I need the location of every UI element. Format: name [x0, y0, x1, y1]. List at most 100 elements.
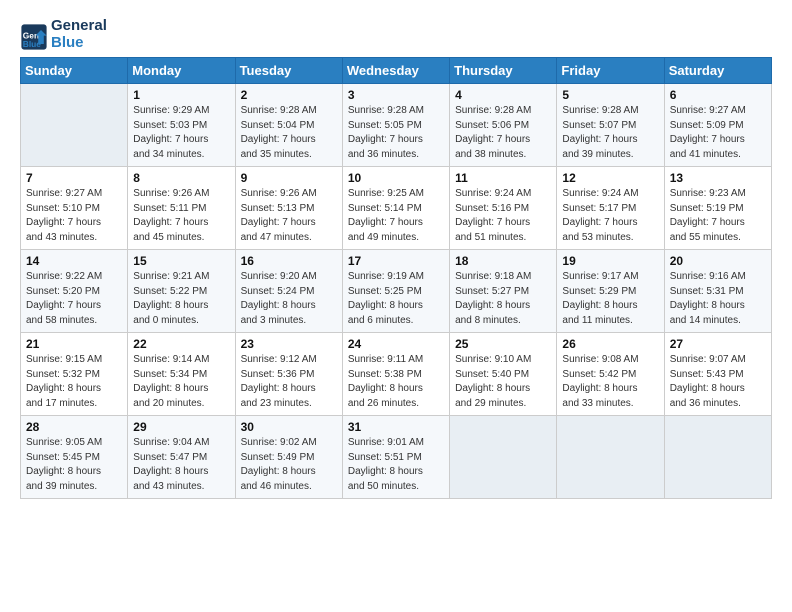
calendar-cell: 26 Sunrise: 9:08 AMSunset: 5:42 PMDayligh… [557, 333, 664, 416]
day-number: 21 [26, 337, 122, 351]
calendar-cell: 11 Sunrise: 9:24 AMSunset: 5:16 PMDayligh… [450, 167, 557, 250]
calendar-cell: 5 Sunrise: 9:28 AMSunset: 5:07 PMDaylight… [557, 84, 664, 167]
day-info: Sunrise: 9:11 AMSunset: 5:38 PMDaylight:… [348, 353, 444, 411]
day-info: Sunrise: 9:08 AMSunset: 5:42 PMDaylight:… [562, 353, 658, 411]
calendar-cell: 27 Sunrise: 9:07 AMSunset: 5:43 PMDayligh… [664, 333, 771, 416]
day-info: Sunrise: 9:12 AMSunset: 5:36 PMDaylight:… [241, 353, 337, 411]
day-number: 16 [241, 254, 337, 268]
day-number: 19 [562, 254, 658, 268]
day-info: Sunrise: 9:23 AMSunset: 5:19 PMDaylight:… [670, 187, 766, 245]
day-header-thursday: Thursday [450, 58, 557, 84]
calendar-cell: 22 Sunrise: 9:14 AMSunset: 5:34 PMDayligh… [128, 333, 235, 416]
day-info: Sunrise: 9:28 AMSunset: 5:05 PMDaylight:… [348, 104, 444, 162]
calendar-cell [664, 416, 771, 499]
day-number: 3 [348, 88, 444, 102]
day-header-wednesday: Wednesday [342, 58, 449, 84]
day-number: 5 [562, 88, 658, 102]
logo-icon: Gen Blue [20, 23, 48, 51]
day-number: 7 [26, 171, 122, 185]
day-number: 18 [455, 254, 551, 268]
day-info: Sunrise: 9:02 AMSunset: 5:49 PMDaylight:… [241, 436, 337, 494]
day-number: 10 [348, 171, 444, 185]
day-number: 1 [133, 88, 229, 102]
day-info: Sunrise: 9:27 AMSunset: 5:10 PMDaylight:… [26, 187, 122, 245]
calendar-cell: 24 Sunrise: 9:11 AMSunset: 5:38 PMDayligh… [342, 333, 449, 416]
logo: Gen Blue General Blue [20, 18, 107, 51]
week-row-4: 21Sunrise: 9:15 AMSunset: 5:32 PMDayligh… [21, 333, 772, 416]
page: Gen Blue General Blue SundayMondayTuesda… [0, 0, 792, 612]
calendar-cell: 10 Sunrise: 9:25 AMSunset: 5:14 PMDayligh… [342, 167, 449, 250]
calendar-cell: 20 Sunrise: 9:16 AMSunset: 5:31 PMDayligh… [664, 250, 771, 333]
day-number: 29 [133, 420, 229, 434]
calendar-cell: 3 Sunrise: 9:28 AMSunset: 5:05 PMDaylight… [342, 84, 449, 167]
calendar-cell: 13 Sunrise: 9:23 AMSunset: 5:19 PMDayligh… [664, 167, 771, 250]
day-header-friday: Friday [557, 58, 664, 84]
day-number: 4 [455, 88, 551, 102]
day-info: Sunrise: 9:07 AMSunset: 5:43 PMDaylight:… [670, 353, 766, 411]
week-row-2: 7 Sunrise: 9:27 AMSunset: 5:10 PMDaylight… [21, 167, 772, 250]
day-number: 13 [670, 171, 766, 185]
day-number: 22 [133, 337, 229, 351]
day-number: 11 [455, 171, 551, 185]
calendar-cell: 7 Sunrise: 9:27 AMSunset: 5:10 PMDaylight… [21, 167, 128, 250]
calendar-cell: 25 Sunrise: 9:10 AMSunset: 5:40 PMDayligh… [450, 333, 557, 416]
day-info: Sunrise: 9:19 AMSunset: 5:25 PMDaylight:… [348, 270, 444, 328]
day-number: 26 [562, 337, 658, 351]
calendar-cell: 15 Sunrise: 9:21 AMSunset: 5:22 PMDayligh… [128, 250, 235, 333]
day-number: 28 [26, 420, 122, 434]
day-info: Sunrise: 9:01 AMSunset: 5:51 PMDaylight:… [348, 436, 444, 494]
day-number: 27 [670, 337, 766, 351]
calendar-cell: 19 Sunrise: 9:17 AMSunset: 5:29 PMDayligh… [557, 250, 664, 333]
week-row-1: 1Sunrise: 9:29 AMSunset: 5:03 PMDaylight… [21, 84, 772, 167]
day-number: 24 [348, 337, 444, 351]
day-number: 17 [348, 254, 444, 268]
calendar-cell: 17 Sunrise: 9:19 AMSunset: 5:25 PMDayligh… [342, 250, 449, 333]
day-info: Sunrise: 9:05 AMSunset: 5:45 PMDaylight:… [26, 436, 122, 494]
day-info: Sunrise: 9:04 AMSunset: 5:47 PMDaylight:… [133, 436, 229, 494]
calendar-cell [21, 84, 128, 167]
day-info: Sunrise: 9:21 AMSunset: 5:22 PMDaylight:… [133, 270, 229, 328]
header: Gen Blue General Blue [20, 18, 772, 51]
calendar-cell [557, 416, 664, 499]
day-info: Sunrise: 9:28 AMSunset: 5:07 PMDaylight:… [562, 104, 658, 162]
calendar-header-row: SundayMondayTuesdayWednesdayThursdayFrid… [21, 58, 772, 84]
day-info: Sunrise: 9:17 AMSunset: 5:29 PMDaylight:… [562, 270, 658, 328]
day-number: 8 [133, 171, 229, 185]
calendar-cell: 28 Sunrise: 9:05 AMSunset: 5:45 PMDayligh… [21, 416, 128, 499]
day-number: 20 [670, 254, 766, 268]
day-info: Sunrise: 9:28 AMSunset: 5:06 PMDaylight:… [455, 104, 551, 162]
calendar-cell: 18 Sunrise: 9:18 AMSunset: 5:27 PMDayligh… [450, 250, 557, 333]
day-info: Sunrise: 9:24 AMSunset: 5:17 PMDaylight:… [562, 187, 658, 245]
day-info: Sunrise: 9:28 AMSunset: 5:04 PMDaylight:… [241, 104, 337, 162]
calendar-cell: 6Sunrise: 9:27 AMSunset: 5:09 PMDaylight… [664, 84, 771, 167]
calendar-cell: 16Sunrise: 9:20 AMSunset: 5:24 PMDayligh… [235, 250, 342, 333]
day-header-monday: Monday [128, 58, 235, 84]
calendar-cell: 12Sunrise: 9:24 AMSunset: 5:17 PMDayligh… [557, 167, 664, 250]
calendar-cell: 29 Sunrise: 9:04 AMSunset: 5:47 PMDayligh… [128, 416, 235, 499]
day-number: 23 [241, 337, 337, 351]
day-info: Sunrise: 9:18 AMSunset: 5:27 PMDaylight:… [455, 270, 551, 328]
week-row-5: 28 Sunrise: 9:05 AMSunset: 5:45 PMDayligh… [21, 416, 772, 499]
calendar-cell: 23 Sunrise: 9:12 AMSunset: 5:36 PMDayligh… [235, 333, 342, 416]
day-info: Sunrise: 9:24 AMSunset: 5:16 PMDaylight:… [455, 187, 551, 245]
day-info: Sunrise: 9:25 AMSunset: 5:14 PMDaylight:… [348, 187, 444, 245]
day-number: 31 [348, 420, 444, 434]
day-info: Sunrise: 9:26 AMSunset: 5:11 PMDaylight:… [133, 187, 229, 245]
calendar-cell: 9Sunrise: 9:26 AMSunset: 5:13 PMDaylight… [235, 167, 342, 250]
calendar-cell: 1Sunrise: 9:29 AMSunset: 5:03 PMDaylight… [128, 84, 235, 167]
day-header-tuesday: Tuesday [235, 58, 342, 84]
calendar-table: SundayMondayTuesdayWednesdayThursdayFrid… [20, 57, 772, 499]
day-info: Sunrise: 9:10 AMSunset: 5:40 PMDaylight:… [455, 353, 551, 411]
day-info: Sunrise: 9:16 AMSunset: 5:31 PMDaylight:… [670, 270, 766, 328]
calendar-cell: 8 Sunrise: 9:26 AMSunset: 5:11 PMDaylight… [128, 167, 235, 250]
day-header-sunday: Sunday [21, 58, 128, 84]
calendar-cell: 31 Sunrise: 9:01 AMSunset: 5:51 PMDayligh… [342, 416, 449, 499]
day-header-saturday: Saturday [664, 58, 771, 84]
day-info: Sunrise: 9:22 AMSunset: 5:20 PMDaylight:… [26, 270, 122, 328]
day-number: 25 [455, 337, 551, 351]
day-number: 6 [670, 88, 766, 102]
day-number: 15 [133, 254, 229, 268]
day-number: 30 [241, 420, 337, 434]
logo-line2: Blue [51, 35, 107, 52]
day-info: Sunrise: 9:14 AMSunset: 5:34 PMDaylight:… [133, 353, 229, 411]
